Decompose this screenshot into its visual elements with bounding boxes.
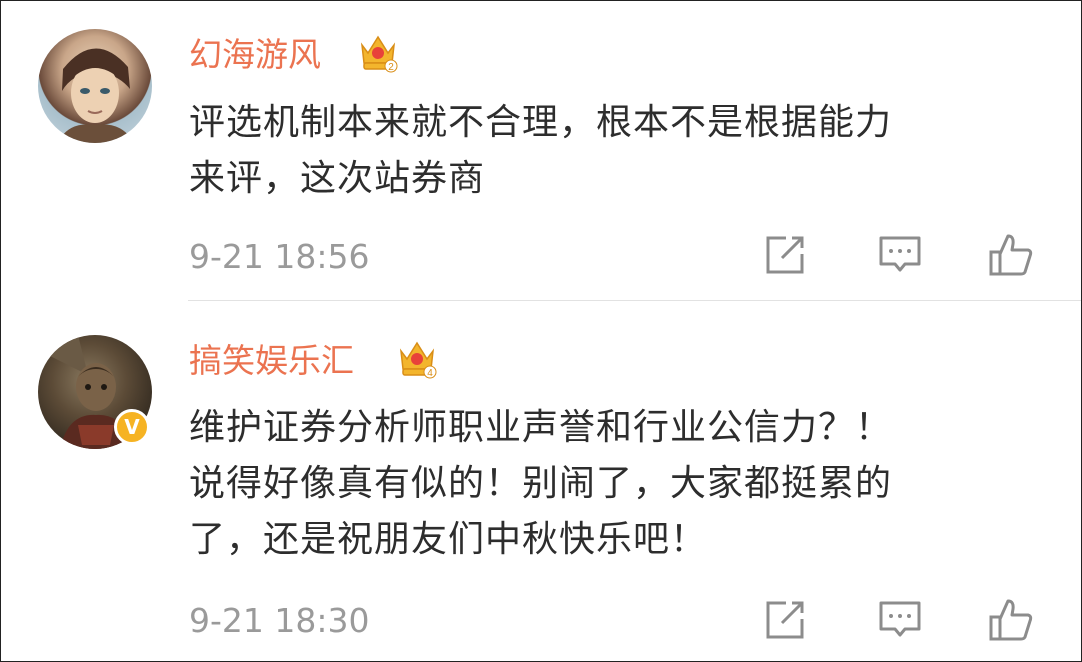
comment-text: 评选机制本来就不合理，根本不是根据能力 来评，这次站券商 [189,95,1049,207]
comment-line: 维护证券分析师职业声誉和行业公信力？！ [189,407,893,448]
username[interactable]: 搞笑娱乐汇 [189,341,354,381]
comment-line: 说得好像真有似的！别闹了，大家都挺累的 [189,463,893,504]
comment-item: V 搞笑娱乐汇 4 维护证券分析师职业声誉和行业公信力？！ 说得好像真有似的！别… [1,301,1081,661]
comment-line: 评选机制本来就不合理，根本不是根据能力 [189,102,893,143]
vip-crown-icon[interactable]: 4 [397,337,437,379]
vip-crown-icon[interactable]: 2 [358,31,398,73]
comment-icon[interactable] [877,232,923,278]
vip-level: 2 [388,62,394,73]
username[interactable]: 幻海游风 [189,35,321,75]
verified-badge-icon: V [114,409,150,445]
comment-icon[interactable] [877,597,923,643]
comment-list: 幻海游风 2 评选机制本来就不合理，根本不是根据能力 来评，这次站券商 9-21… [0,0,1082,662]
avatar-image [58,48,134,143]
repost-icon[interactable] [762,597,808,643]
like-icon[interactable] [988,232,1034,278]
repost-icon[interactable] [762,232,808,278]
avatar[interactable] [38,29,152,143]
timestamp: 9-21 18:56 [189,237,370,276]
comment-line: 来评，这次站券商 [189,158,486,199]
vip-level: 4 [427,368,433,379]
comment-text: 维护证券分析师职业声誉和行业公信力？！ 说得好像真有似的！别闹了，大家都挺累的 … [189,400,1049,568]
comment-line: 了，还是祝朋友们中秋快乐吧！ [189,519,708,560]
comment-item: 幻海游风 2 评选机制本来就不合理，根本不是根据能力 来评，这次站券商 9-21… [1,1,1081,301]
timestamp: 9-21 18:30 [189,601,370,640]
like-icon[interactable] [988,597,1034,643]
